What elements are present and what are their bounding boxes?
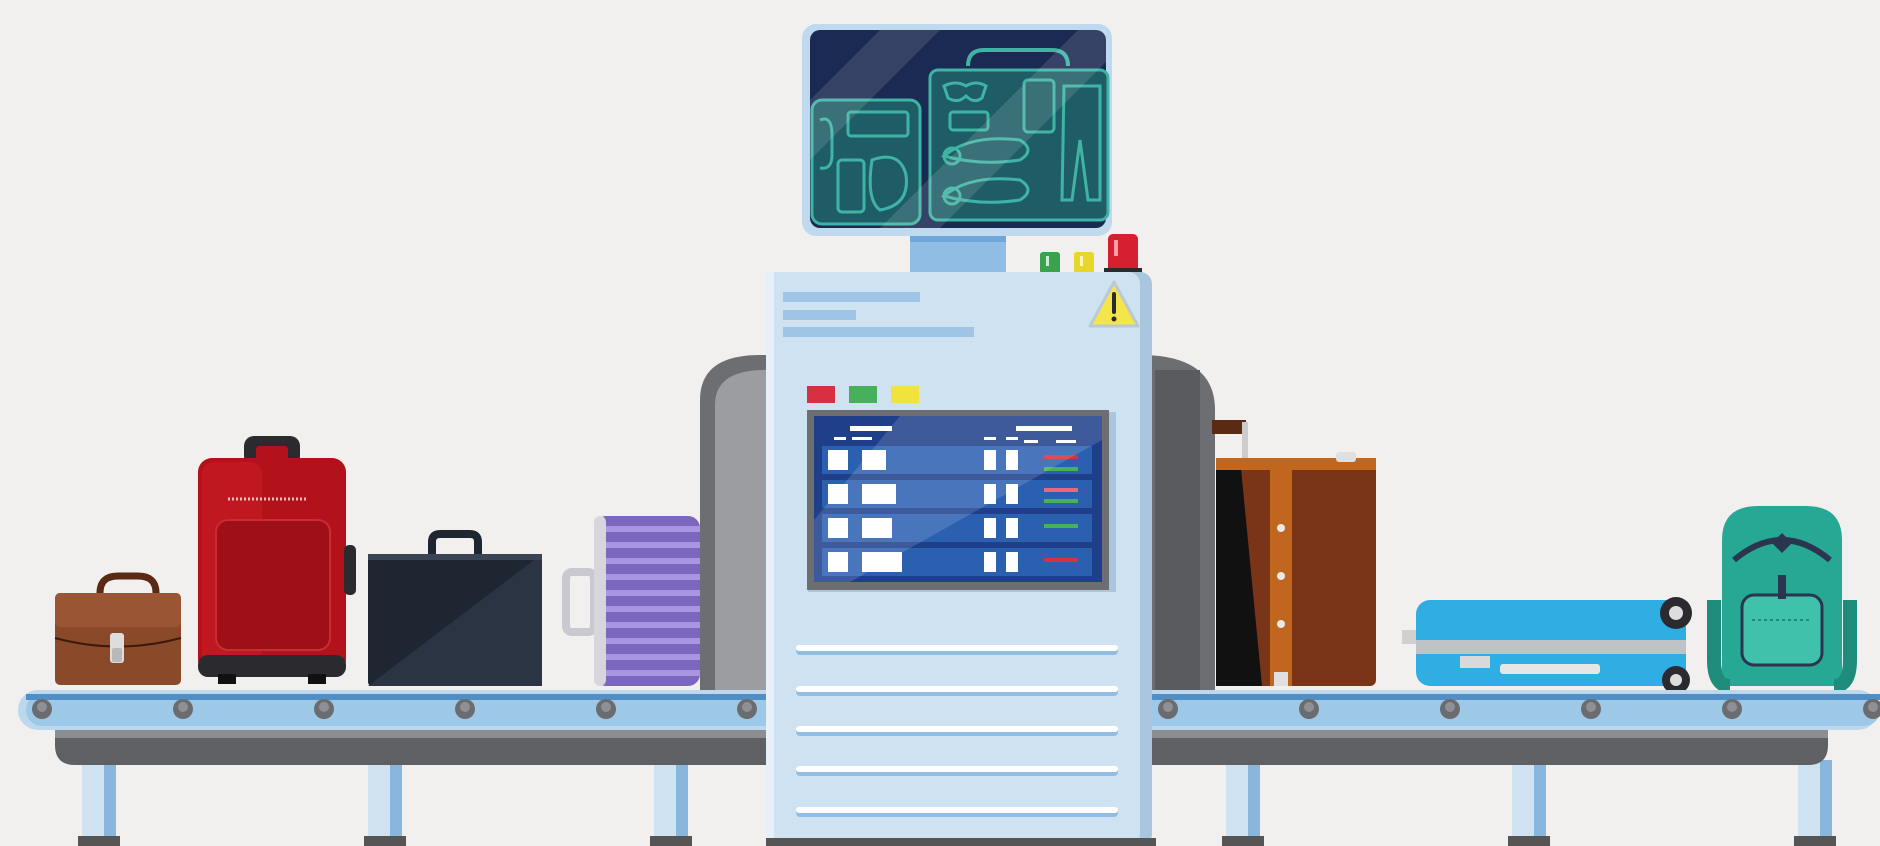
indicator-buttons: [807, 386, 919, 403]
xray-monitor: [802, 24, 1112, 276]
suitcase-red-icon: [198, 436, 356, 684]
trunk-brown-icon: [1212, 420, 1376, 686]
airport-security-scene: [0, 0, 1880, 846]
suitcase-blue-icon: [1402, 597, 1692, 694]
backpack-green-icon: [1707, 506, 1857, 693]
suitcase-purple-icon: [562, 516, 700, 686]
illustration: [18, 24, 1880, 846]
status-lights: [1036, 234, 1142, 278]
xray-machine: [766, 272, 1156, 846]
briefcase-black-icon: [368, 530, 542, 686]
red-alarm-light-icon: [1104, 234, 1142, 276]
yellow-indicator: [891, 386, 919, 403]
green-indicator: [849, 386, 877, 403]
red-indicator: [807, 386, 835, 403]
departures-board: [807, 410, 1116, 592]
briefcase-brown-icon: [54, 572, 182, 685]
